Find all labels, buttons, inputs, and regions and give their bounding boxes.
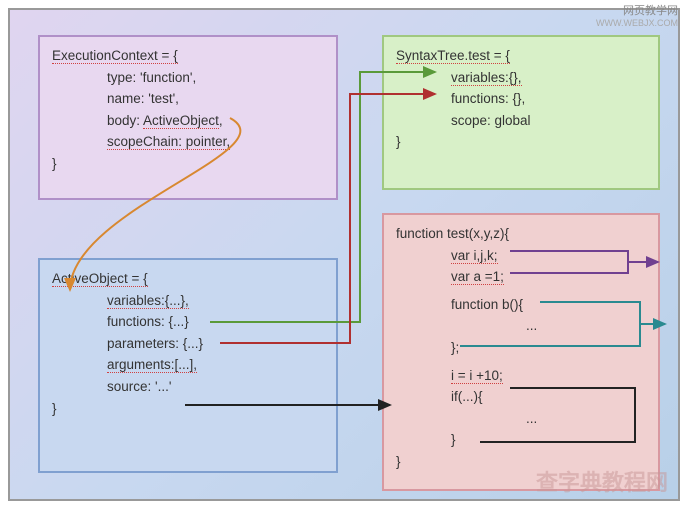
st-header: SyntaxTree.test = { (396, 45, 646, 67)
ec-name: name: 'test', (52, 88, 324, 110)
active-object-box: ActiveObject = { variables:{...}, functi… (38, 258, 338, 473)
ft-vara: var a =1; (396, 266, 646, 288)
ec-header: ExecutionContext = { (52, 45, 324, 67)
function-test-box: function test(x,y,z){ var i,j,k; var a =… (382, 213, 660, 491)
ft-ifclose: } (396, 429, 646, 451)
ao-close: } (52, 398, 324, 420)
ec-body: body: ActiveObject, (52, 110, 324, 132)
st-scope: scope: global (396, 110, 646, 132)
ft-fnb: function b(){ (396, 294, 646, 316)
ao-variables: variables:{...}, (52, 290, 324, 312)
ft-dots2: ... (396, 408, 646, 430)
diagram-canvas: ExecutionContext = { type: 'function', n… (8, 8, 680, 501)
ft-header: function test(x,y,z){ (396, 223, 646, 245)
ec-close: } (52, 153, 324, 175)
syntax-tree-box: SyntaxTree.test = { variables:{}, functi… (382, 35, 660, 190)
ao-parameters: parameters: {...} (52, 333, 324, 355)
ft-fnbclose: }; (396, 337, 646, 359)
ao-arguments: arguments:[...], (52, 354, 324, 376)
ao-header: ActiveObject = { (52, 268, 324, 290)
st-close: } (396, 131, 646, 153)
ec-type: type: 'function', (52, 67, 324, 89)
ft-dots1: ... (396, 315, 646, 337)
ao-source: source: '...' (52, 376, 324, 398)
st-functions: functions: {}, (396, 88, 646, 110)
ec-body-value: ActiveObject (143, 113, 219, 129)
ft-iexpr: i = i +10; (396, 365, 646, 387)
watermark-bottom: 查字典教程网 (536, 465, 668, 497)
ft-vardecl: var i,j,k; (396, 245, 646, 267)
ft-if: if(...){ (396, 386, 646, 408)
watermark-top: 网页教学网 WWW.WEBJX.COM (596, 2, 678, 28)
st-variables: variables:{}, (396, 67, 646, 89)
execution-context-box: ExecutionContext = { type: 'function', n… (38, 35, 338, 200)
ao-functions: functions: {...} (52, 311, 324, 333)
ec-scopechain: scopeChain: pointer, (52, 131, 324, 153)
